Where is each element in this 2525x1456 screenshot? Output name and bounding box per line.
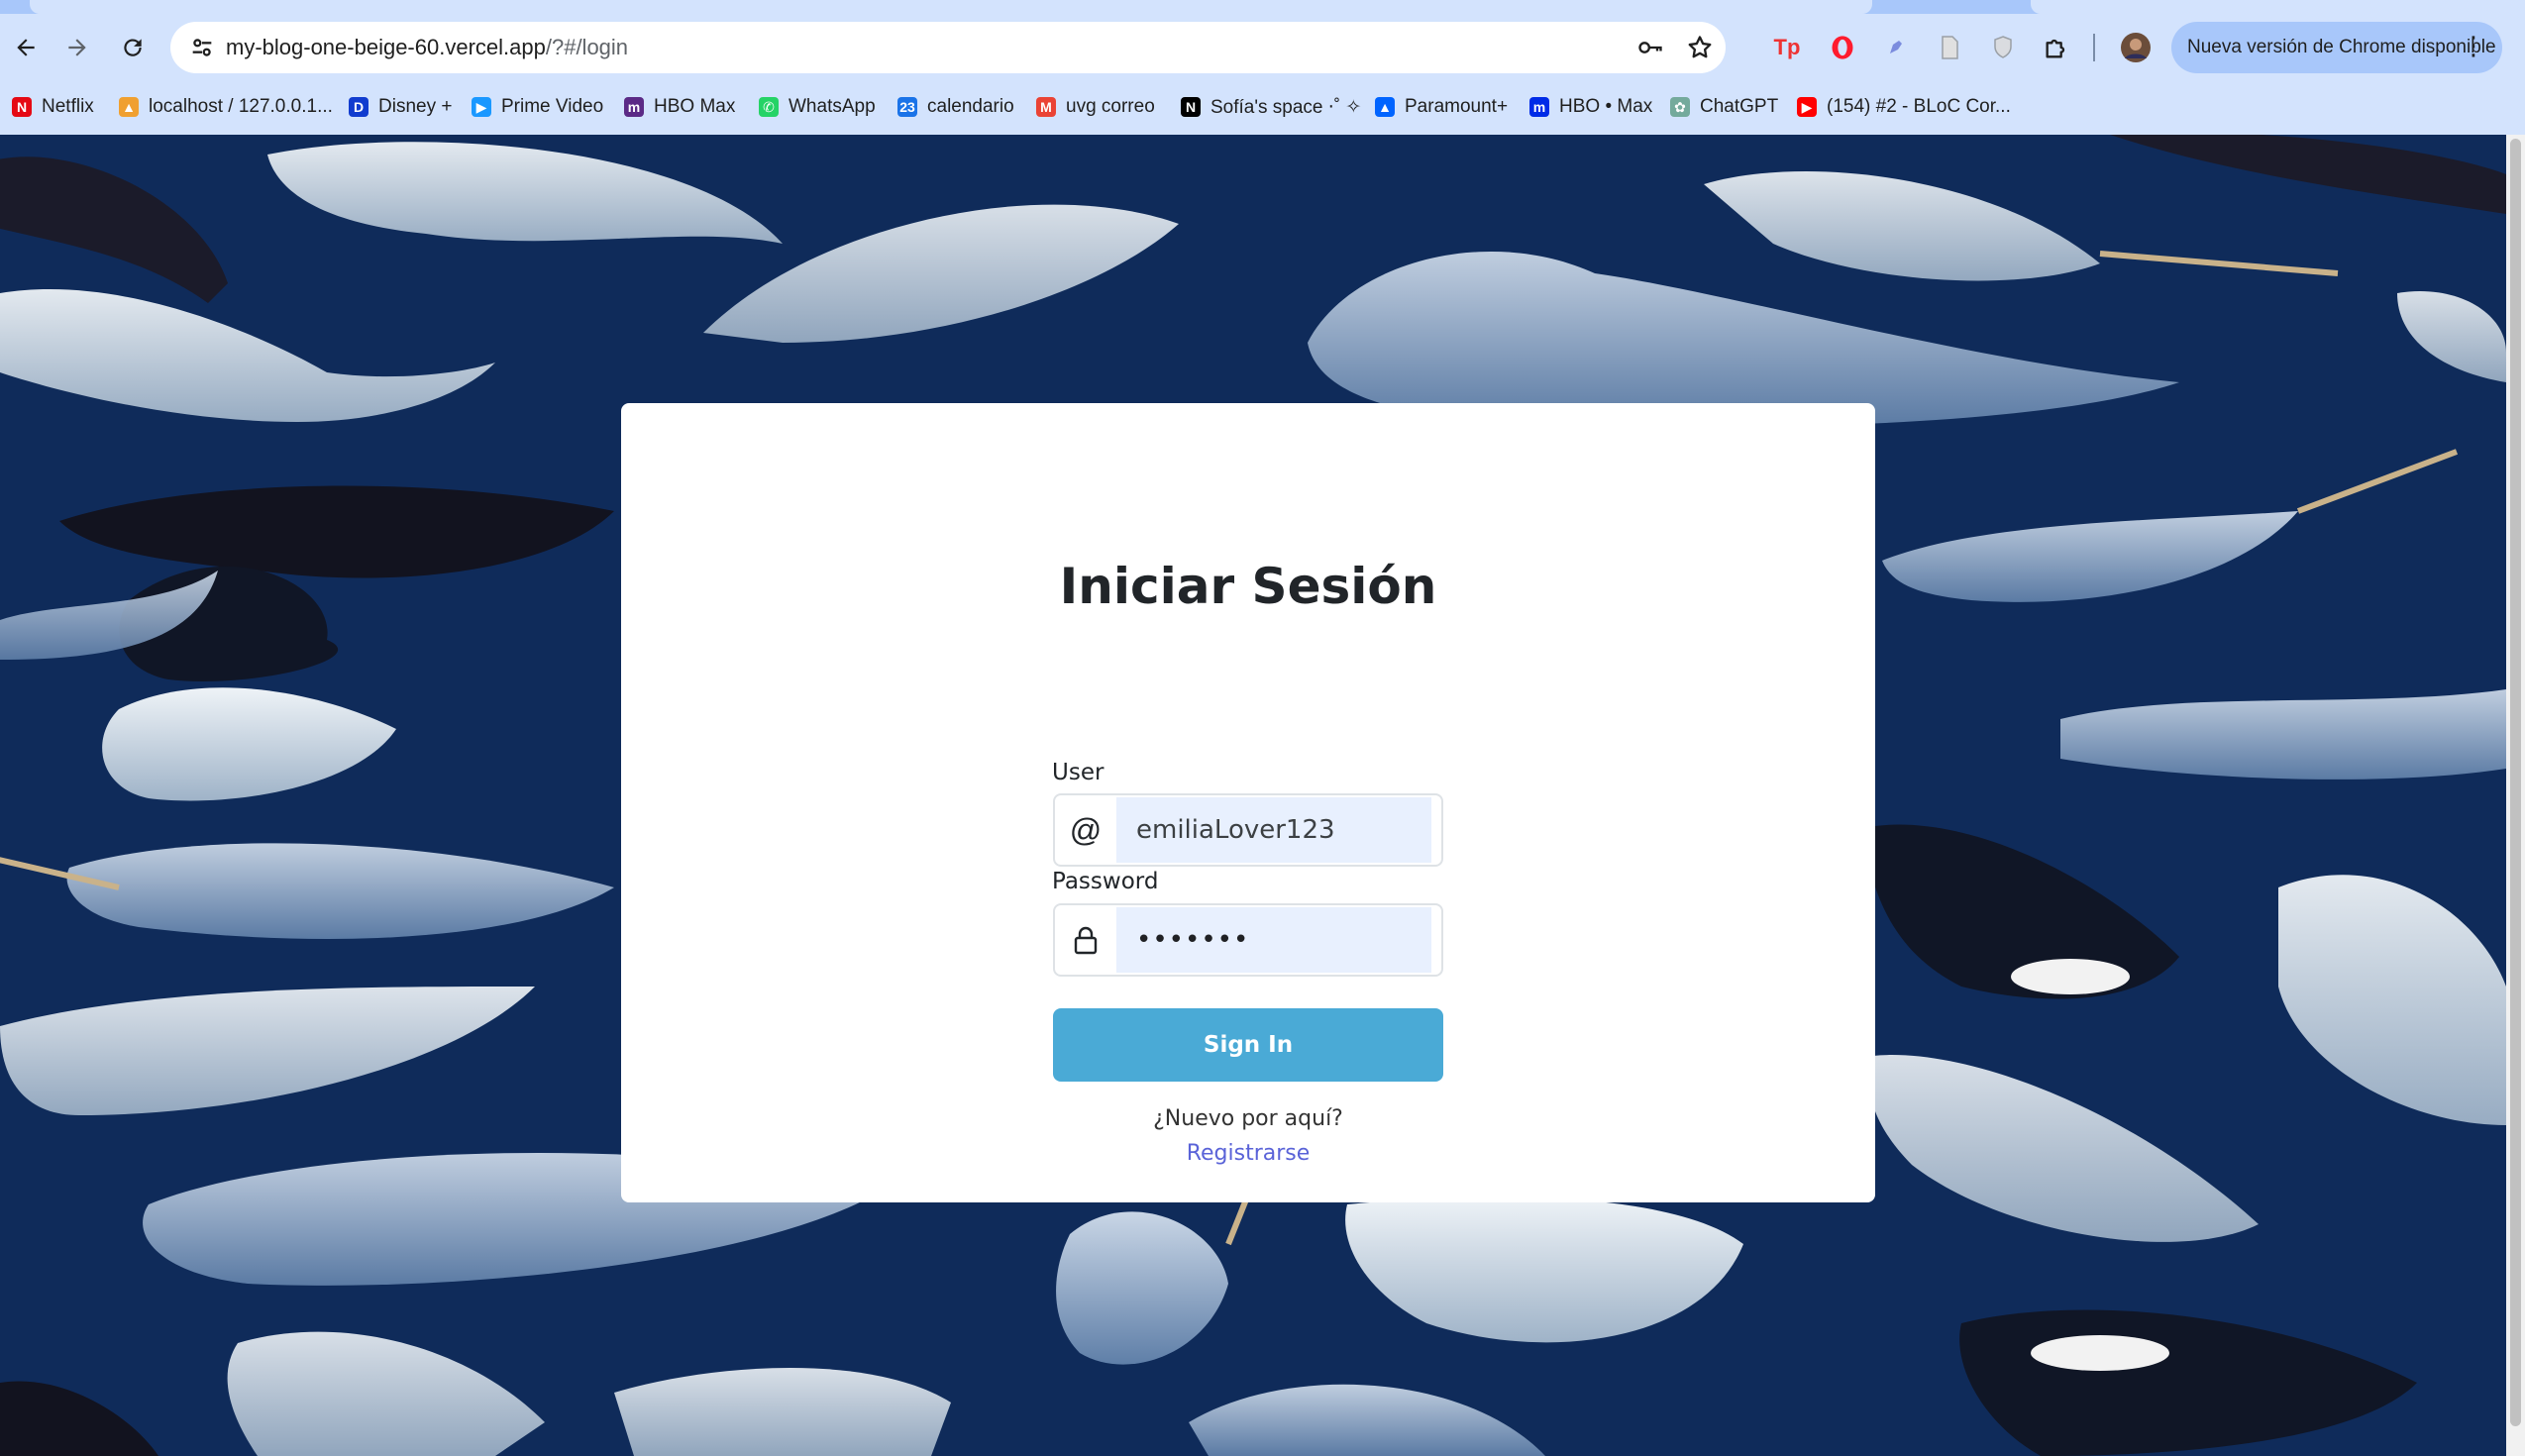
toolbar-separator	[2093, 34, 2095, 61]
url-text[interactable]: my-blog-one-beige-60.vercel.app/?#/login	[226, 34, 628, 61]
at-sign-icon: @	[1069, 811, 1103, 848]
reload-button[interactable]	[115, 30, 151, 65]
prime-video-icon: ▶	[472, 97, 491, 117]
bookmark-label: Netflix	[42, 96, 94, 117]
bookmark-label: Disney +	[378, 96, 453, 117]
gmail-icon: M	[1036, 97, 1056, 117]
bookmark-label: Paramount+	[1405, 96, 1509, 117]
whatsapp-icon: ✆	[759, 97, 779, 117]
bookmark-item[interactable]: 23 calendario	[897, 91, 1014, 123]
extensions-puzzle-icon[interactable]	[2039, 30, 2074, 65]
user-field[interactable]: @	[1053, 793, 1443, 867]
site-info-icon[interactable]	[188, 34, 216, 61]
netflix-icon: N	[12, 97, 32, 117]
bookmark-label: localhost / 127.0.0.1...	[149, 96, 333, 117]
bookmark-label: Sofía's space ⋅˚ ✧	[1210, 96, 1362, 118]
chatgpt-icon: ✿	[1670, 97, 1690, 117]
page-scrollbar[interactable]	[2506, 135, 2525, 1456]
phpmyadmin-icon: ▲	[119, 97, 139, 117]
tab-strip-right	[2031, 0, 2525, 14]
login-card: Iniciar Sesión User @ Password ••••••• S…	[621, 403, 1875, 1202]
bookmark-label: (154) #2 - BLoC Cor...	[1827, 96, 2011, 117]
password-key-icon[interactable]	[1636, 34, 1664, 61]
tp-extension-icon[interactable]: Tp	[1769, 30, 1805, 65]
password-field[interactable]: •••••••	[1053, 903, 1443, 977]
chrome-update-button[interactable]: Nueva versión de Chrome disponible ⋮	[2171, 22, 2502, 73]
bookmarks-bar: N Netflix ▲ localhost / 127.0.0.1... D Disney…	[0, 85, 2525, 129]
bookmark-label: HBO Max	[654, 96, 736, 117]
bookmark-label: calendario	[927, 96, 1014, 117]
bookmark-item[interactable]: N Netflix	[12, 91, 94, 123]
hbo-max-icon: m	[1529, 97, 1549, 117]
bookmark-label: ChatGPT	[1700, 96, 1779, 117]
bookmark-star-icon[interactable]	[1686, 34, 1714, 61]
back-arrow-icon	[17, 39, 35, 56]
active-tab[interactable]	[30, 0, 1872, 14]
opera-extension-icon[interactable]	[1825, 30, 1860, 65]
register-link[interactable]: Registrarse	[621, 1141, 1875, 1166]
url-host: my-blog-one-beige-60.vercel.app	[226, 35, 546, 59]
shield-extension-icon[interactable]	[1985, 30, 2021, 65]
kebab-menu-icon[interactable]: ⋮	[2461, 32, 2486, 59]
lock-icon	[1055, 905, 1116, 975]
bookmark-label: uvg correo	[1066, 96, 1155, 117]
document-extension-icon[interactable]	[1932, 30, 1967, 65]
hbo-max-icon: m	[624, 97, 644, 117]
sign-in-button[interactable]: Sign In	[1053, 1008, 1443, 1082]
bookmark-item[interactable]: m HBO • Max	[1529, 91, 1652, 123]
user-input[interactable]	[1116, 797, 1431, 863]
forward-button[interactable]	[59, 30, 95, 65]
bookmark-item[interactable]: D Disney +	[349, 91, 452, 123]
bookmark-item[interactable]: ▲ localhost / 127.0.0.1...	[119, 91, 333, 123]
youtube-icon: ▶	[1797, 97, 1817, 117]
disney-icon: D	[349, 97, 368, 117]
bookmark-label: HBO • Max	[1559, 96, 1653, 117]
bookmark-item[interactable]: ▶ (154) #2 - BLoC Cor...	[1797, 91, 2011, 123]
scrollbar-thumb[interactable]	[2510, 139, 2521, 1426]
bookmark-item[interactable]: ▲ Paramount+	[1375, 91, 1508, 123]
bookmark-item[interactable]: ✆ WhatsApp	[759, 91, 876, 123]
address-bar[interactable]: my-blog-one-beige-60.vercel.app/?#/login	[170, 22, 1726, 73]
bookmark-item[interactable]: N Sofía's space ⋅˚ ✧	[1181, 91, 1361, 123]
password-label: Password	[1052, 869, 1159, 894]
user-label: User	[1052, 760, 1105, 785]
tab-strip	[0, 0, 2525, 14]
profile-avatar-icon[interactable]	[2118, 30, 2154, 65]
bookmark-label: WhatsApp	[789, 96, 876, 117]
calendar-icon: 23	[897, 97, 917, 117]
back-button[interactable]	[8, 30, 44, 65]
password-input[interactable]: •••••••	[1116, 907, 1431, 973]
notion-icon: N	[1181, 97, 1201, 117]
forward-arrow-icon	[68, 39, 86, 56]
bookmark-item[interactable]: ✿ ChatGPT	[1670, 91, 1778, 123]
bookmark-item[interactable]: m HBO Max	[624, 91, 735, 123]
login-title: Iniciar Sesión	[1059, 558, 1437, 615]
browser-chrome: my-blog-one-beige-60.vercel.app/?#/login…	[0, 0, 2525, 135]
bookmark-item[interactable]: ▶ Prime Video	[472, 91, 603, 123]
bookmark-label: Prime Video	[501, 96, 604, 117]
bookmark-item[interactable]: Muvg correo	[1036, 91, 1155, 123]
url-path: /?#/login	[545, 35, 629, 59]
chrome-update-label: Nueva versión de Chrome disponible	[2187, 37, 2496, 57]
page-viewport: Iniciar Sesión User @ Password ••••••• S…	[0, 135, 2506, 1456]
new-here-text: ¿Nuevo por aquí?	[1153, 1106, 1343, 1131]
paramount-icon: ▲	[1375, 97, 1395, 117]
pen-extension-icon[interactable]	[1878, 30, 1914, 65]
reload-icon	[124, 39, 142, 56]
